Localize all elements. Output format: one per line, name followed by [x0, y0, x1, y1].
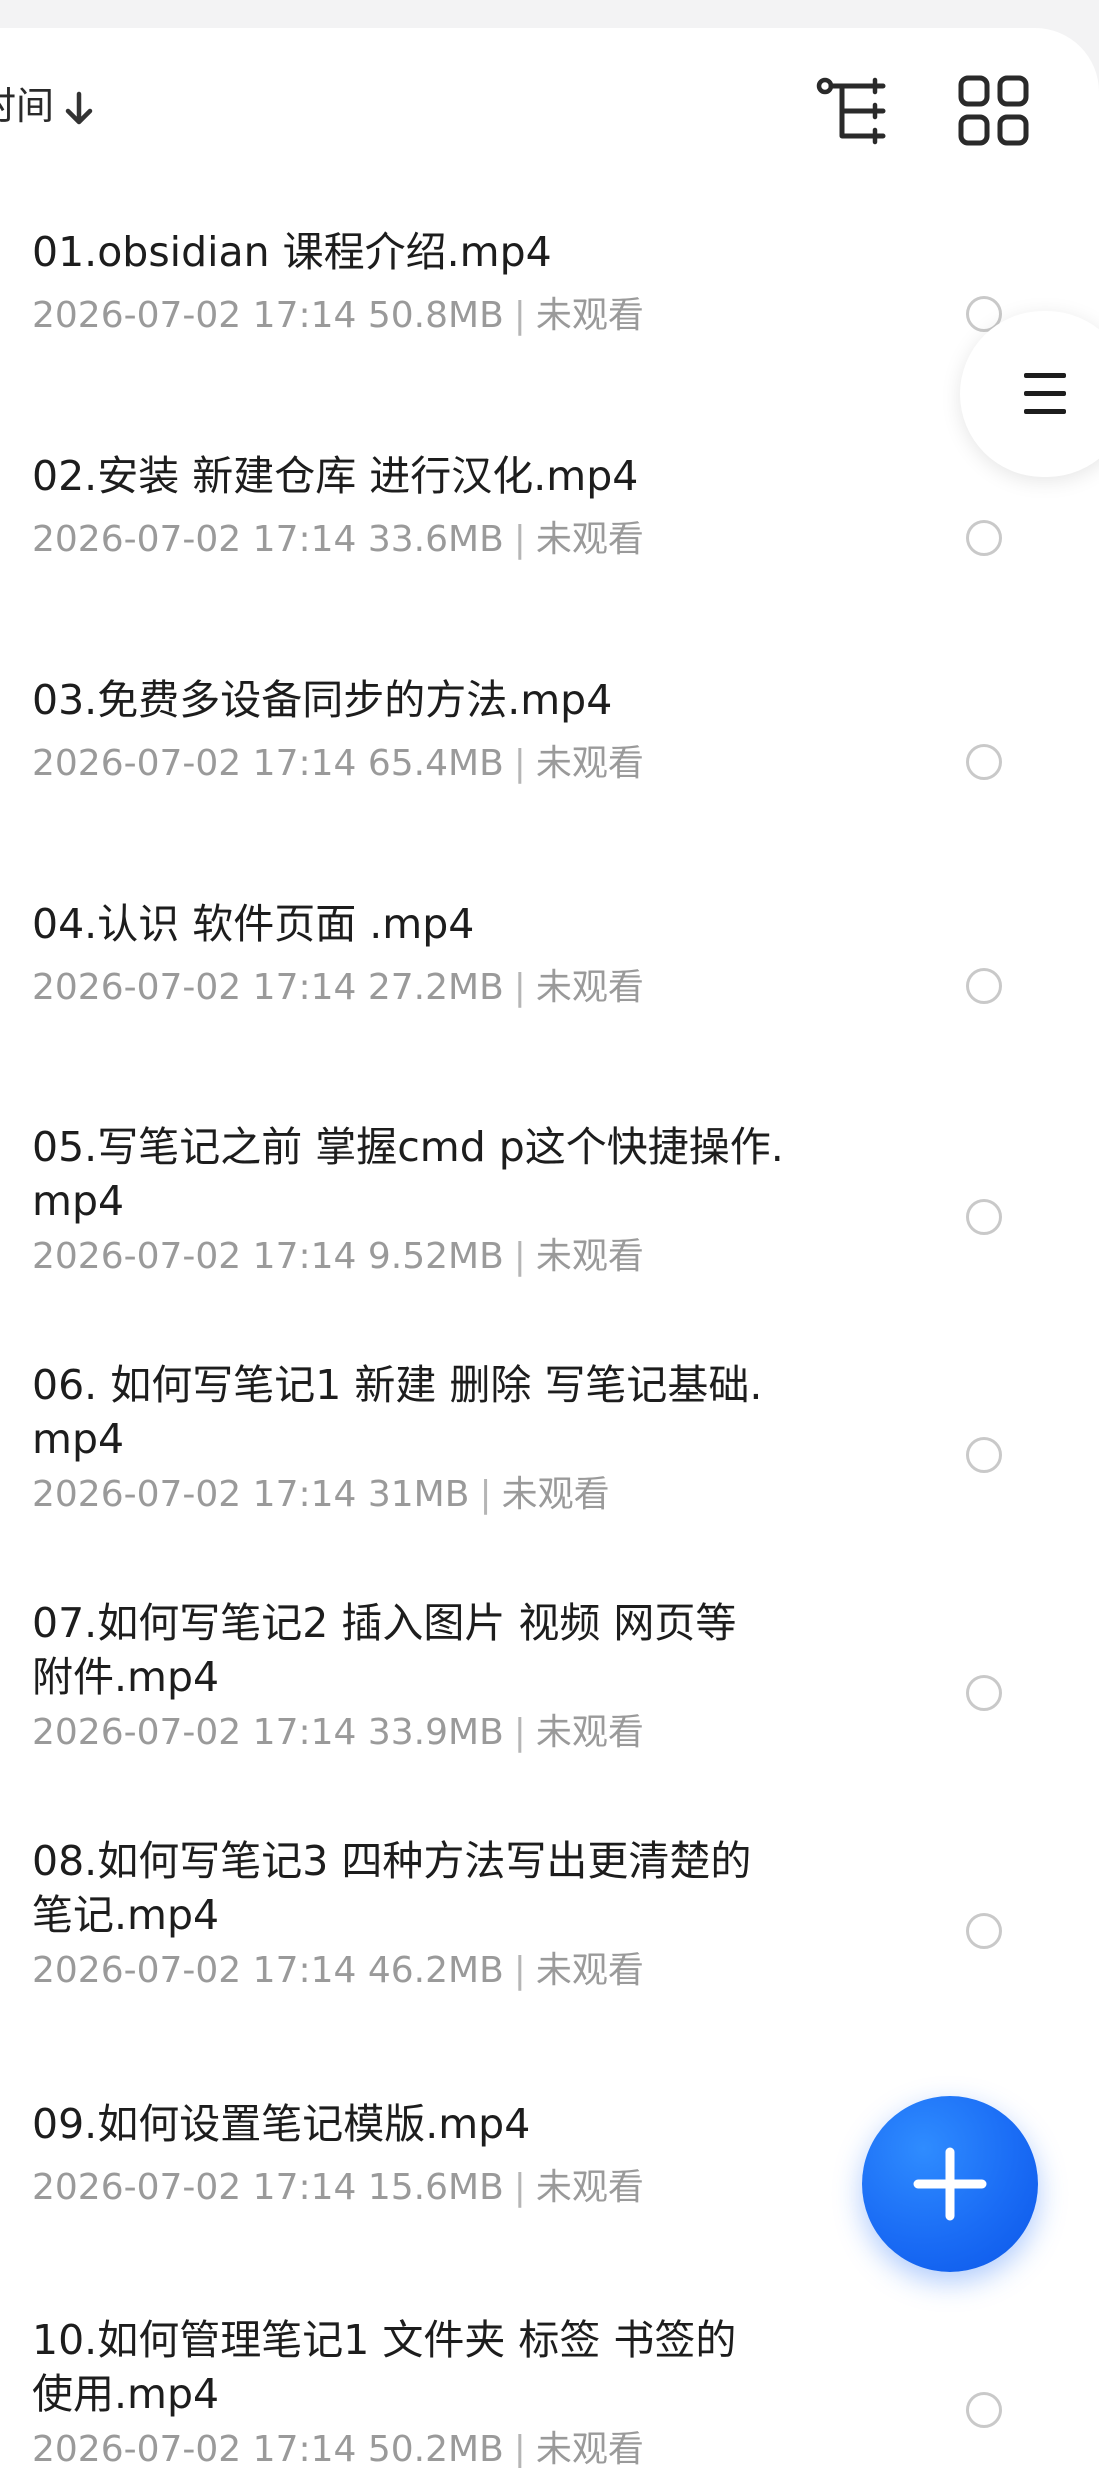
list-item[interactable]: 03.免费多设备同步的方法.mp4 2026-07-02 17:14 65.4M… [0, 673, 1099, 863]
add-button[interactable] [862, 2096, 1038, 2272]
file-meta: 2026-07-02 17:14 33.6MB | 未观看 [32, 519, 644, 560]
tree-view-icon [816, 77, 886, 145]
file-size: 27.2MB [367, 967, 504, 1008]
grid-view-button[interactable] [955, 72, 1033, 150]
file-size: 9.52MB [367, 1236, 504, 1277]
file-size: 50.8MB [367, 295, 504, 336]
file-name: 03.免费多设备同步的方法.mp4 [32, 676, 613, 724]
file-name: 07.如何写笔记2 插入图片 视频 网页等 附件.mp4 [32, 1599, 737, 1701]
file-name: 09.如何设置笔记模版.mp4 [32, 2100, 531, 2148]
file-size: 15.6MB [367, 2167, 504, 2208]
file-date: 2026-07-02 17:14 [32, 1474, 357, 1515]
watch-status: 未观看 [535, 2429, 644, 2468]
file-name: 10.如何管理笔记1 文件夹 标签 书签的 使用.mp4 [32, 2316, 737, 2418]
list-item[interactable]: 06. 如何写笔记1 新建 删除 写笔记基础. mp4 2026-07-02 17… [0, 1358, 1099, 1578]
list-item[interactable]: 02.安装 新建仓库 进行汉化.mp4 2026-07-02 17:14 33.… [0, 449, 1099, 639]
file-meta: 2026-07-02 17:14 9.52MB | 未观看 [32, 1236, 644, 1277]
select-radio[interactable] [966, 968, 1002, 1004]
file-date: 2026-07-02 17:14 [32, 967, 357, 1008]
list-item[interactable]: 07.如何写笔记2 插入图片 视频 网页等 附件.mp4 2026-07-02 1… [0, 1596, 1099, 1816]
list-item[interactable]: 01.obsidian 课程介绍.mp4 2026-07-02 17:14 50… [0, 225, 1099, 415]
watch-status: 未观看 [535, 1950, 644, 1991]
watch-status: 未观看 [535, 2167, 644, 2208]
select-radio[interactable] [966, 520, 1002, 556]
plus-icon [913, 2147, 987, 2221]
watch-status: 未观看 [535, 519, 644, 560]
file-date: 2026-07-02 17:14 [32, 2167, 357, 2208]
file-meta: 2026-07-02 17:14 15.6MB | 未观看 [32, 2167, 644, 2208]
file-meta: 2026-07-02 17:14 31MB | 未观看 [32, 1474, 610, 1515]
file-meta: 2026-07-02 17:14 46.2MB | 未观看 [32, 1950, 644, 1991]
list-item[interactable]: 04.认识 软件页面 .mp4 2026-07-02 17:14 27.2MB |… [0, 897, 1099, 1087]
file-date: 2026-07-02 17:14 [32, 1236, 357, 1277]
file-name: 06. 如何写笔记1 新建 删除 写笔记基础. mp4 [32, 1361, 763, 1463]
list-item[interactable]: 08.如何写笔记3 四种方法写出更清楚的 笔记.mp4 2026-07-02 17… [0, 1834, 1099, 2054]
file-date: 2026-07-02 17:14 [32, 1950, 357, 1991]
file-meta: 2026-07-02 17:14 50.2MB | 未观看 [32, 2429, 644, 2468]
file-name: 05.写笔记之前 掌握cmd p这个快捷操作. mp4 [32, 1123, 784, 1225]
file-name: 02.安装 新建仓库 进行汉化.mp4 [32, 452, 639, 500]
file-meta: 2026-07-02 17:14 50.8MB | 未观看 [32, 295, 644, 336]
file-date: 2026-07-02 17:14 [32, 1712, 357, 1753]
menu-icon [1024, 373, 1066, 414]
watch-status: 未观看 [501, 1474, 610, 1515]
file-meta: 2026-07-02 17:14 65.4MB | 未观看 [32, 743, 644, 784]
grid-view-icon [958, 75, 1029, 146]
file-size: 50.2MB [367, 2429, 504, 2468]
file-size: 65.4MB [367, 743, 504, 784]
file-date: 2026-07-02 17:14 [32, 295, 357, 336]
list-item[interactable]: 05.写笔记之前 掌握cmd p这个快捷操作. mp4 2026-07-02 17… [0, 1120, 1099, 1340]
sort-label: 时间 [0, 84, 55, 128]
select-radio[interactable] [966, 1199, 1002, 1235]
file-size: 33.9MB [367, 1712, 504, 1753]
arrow-down-icon [65, 91, 93, 124]
select-radio[interactable] [966, 1437, 1002, 1473]
watch-status: 未观看 [535, 743, 644, 784]
file-name: 01.obsidian 课程介绍.mp4 [32, 228, 552, 276]
file-meta: 2026-07-02 17:14 33.9MB | 未观看 [32, 1712, 644, 1753]
file-meta: 2026-07-02 17:14 27.2MB | 未观看 [32, 967, 644, 1008]
file-name: 08.如何写笔记3 四种方法写出更清楚的 笔记.mp4 [32, 1837, 752, 1939]
select-radio[interactable] [966, 2392, 1002, 2428]
toolbar: 时间 [0, 28, 1099, 178]
watch-status: 未观看 [535, 1712, 644, 1753]
watch-status: 未观看 [535, 295, 644, 336]
watch-status: 未观看 [535, 1236, 644, 1277]
file-list-panel: 时间 01.obsidian 课程介绍.mp4 2026-0 [0, 28, 1099, 2468]
select-radio[interactable] [966, 1913, 1002, 1949]
file-date: 2026-07-02 17:14 [32, 2429, 357, 2468]
file-size: 31MB [367, 1474, 470, 1515]
file-name: 04.认识 软件页面 .mp4 [32, 900, 475, 948]
file-size: 33.6MB [367, 519, 504, 560]
list-item[interactable]: 10.如何管理笔记1 文件夹 标签 书签的 使用.mp4 2026-07-02 1… [0, 2313, 1099, 2468]
file-date: 2026-07-02 17:14 [32, 743, 357, 784]
tree-view-button[interactable] [815, 72, 893, 150]
file-size: 46.2MB [367, 1950, 504, 1991]
watch-status: 未观看 [535, 967, 644, 1008]
sort-button[interactable]: 时间 [0, 78, 94, 134]
file-date: 2026-07-02 17:14 [32, 519, 357, 560]
select-radio[interactable] [966, 1675, 1002, 1711]
select-radio[interactable] [966, 744, 1002, 780]
